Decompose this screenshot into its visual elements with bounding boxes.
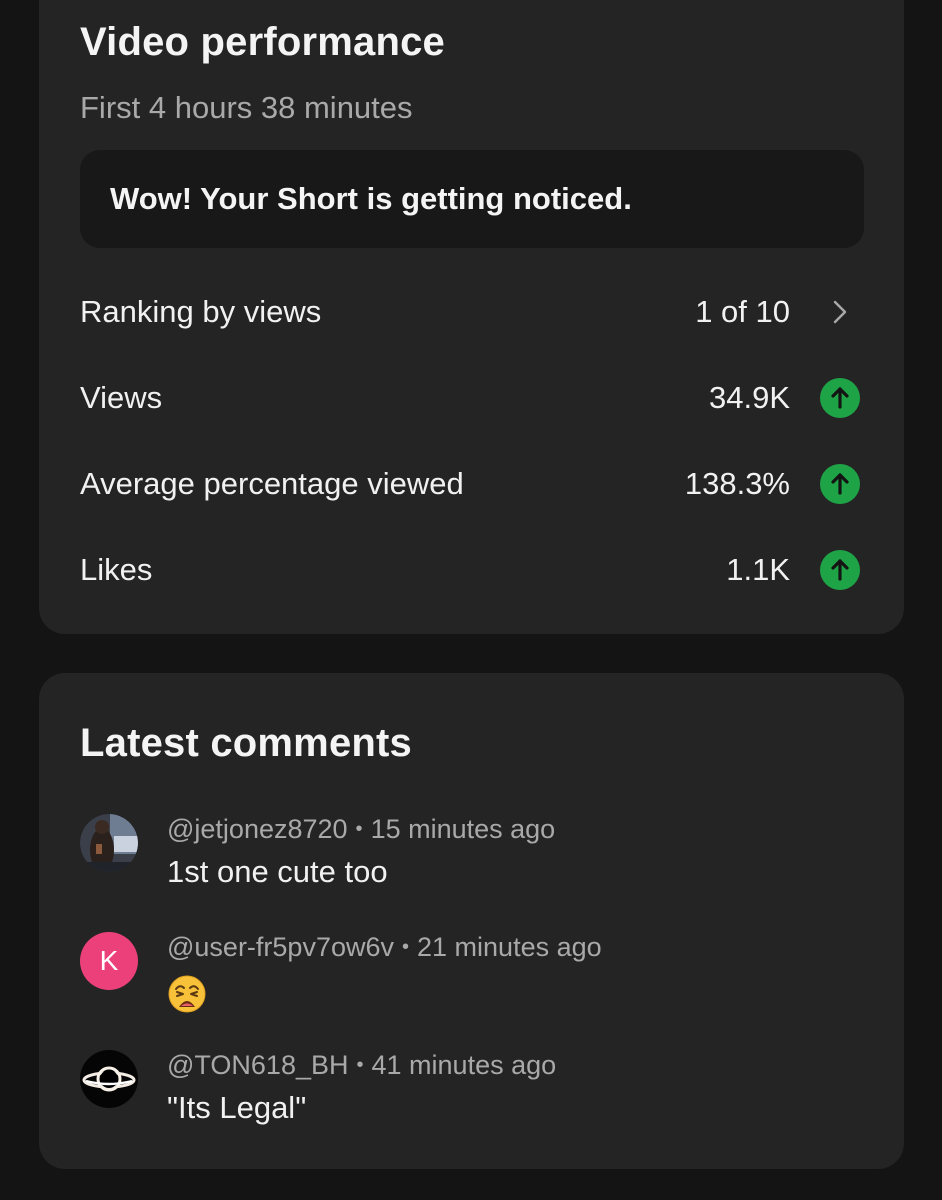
chevron-right-icon[interactable]	[820, 292, 860, 332]
video-performance-card: Video performance First 4 hours 38 minut…	[39, 0, 904, 634]
arrow-up-circle-icon	[820, 550, 860, 590]
metric-label: Views	[80, 380, 163, 415]
comment-author[interactable]: @jetjonez8720	[167, 814, 348, 844]
black-hole-avatar[interactable]	[80, 1050, 138, 1108]
weary-face-emoji: 😩	[168, 975, 206, 1013]
metric-value: 138.3%	[684, 466, 790, 501]
notice-banner: Wow! Your Short is getting noticed.	[80, 150, 864, 248]
meta-separator: •	[402, 936, 410, 958]
comment-text: "Its Legal"	[167, 1090, 307, 1125]
metric-label: Ranking by views	[80, 294, 322, 329]
comment-item[interactable]: @jetjonez8720 • 15 minutes ago 1st one cut…	[80, 814, 864, 904]
video-performance-period: First 4 hours 38 minutes	[80, 90, 413, 125]
metric-label: Likes	[80, 552, 153, 587]
comment-meta: @TON618_BH • 41 minutes ago	[167, 1050, 556, 1081]
comment-meta: @user-fr5pv7ow6v • 21 minutes ago	[167, 932, 602, 963]
comment-author[interactable]: @user-fr5pv7ow6v	[167, 932, 394, 962]
comment-time: 41 minutes ago	[371, 1050, 557, 1080]
comment-time: 15 minutes ago	[370, 814, 556, 844]
comment-author[interactable]: @TON618_BH	[167, 1050, 349, 1080]
arrow-up-circle-icon	[820, 378, 860, 418]
latest-comments-card: Latest comments @jetjonez8720 • 15 minutes…	[39, 673, 904, 1169]
latest-comments-title: Latest comments	[80, 721, 412, 765]
meta-separator: •	[355, 818, 363, 840]
arrow-up-circle-icon	[820, 464, 860, 504]
photo-avatar[interactable]	[80, 814, 138, 872]
notice-text: Wow! Your Short is getting noticed.	[110, 181, 632, 216]
likes-row: Likes 1.1K	[80, 540, 864, 600]
metric-label: Average percentage viewed	[80, 466, 464, 501]
video-performance-title: Video performance	[80, 20, 446, 64]
metric-value: 1.1K	[726, 552, 790, 587]
comment-meta: @jetjonez8720 • 15 minutes ago	[167, 814, 555, 845]
metric-value: 1 of 10	[695, 294, 790, 329]
comment-item[interactable]: K @user-fr5pv7ow6v • 21 minutes ago 😩	[80, 932, 864, 1022]
ranking-by-views-row[interactable]: Ranking by views 1 of 10	[80, 282, 864, 342]
comment-time: 21 minutes ago	[417, 932, 602, 962]
comment-text: 1st one cute too	[167, 854, 388, 889]
views-row: Views 34.9K	[80, 368, 864, 428]
average-percentage-viewed-row: Average percentage viewed 138.3%	[80, 454, 864, 514]
comment-item[interactable]: @TON618_BH • 41 minutes ago "Its Legal"	[80, 1050, 864, 1140]
meta-separator: •	[356, 1054, 364, 1076]
letter-avatar[interactable]: K	[80, 932, 138, 990]
metric-value: 34.9K	[708, 380, 790, 415]
